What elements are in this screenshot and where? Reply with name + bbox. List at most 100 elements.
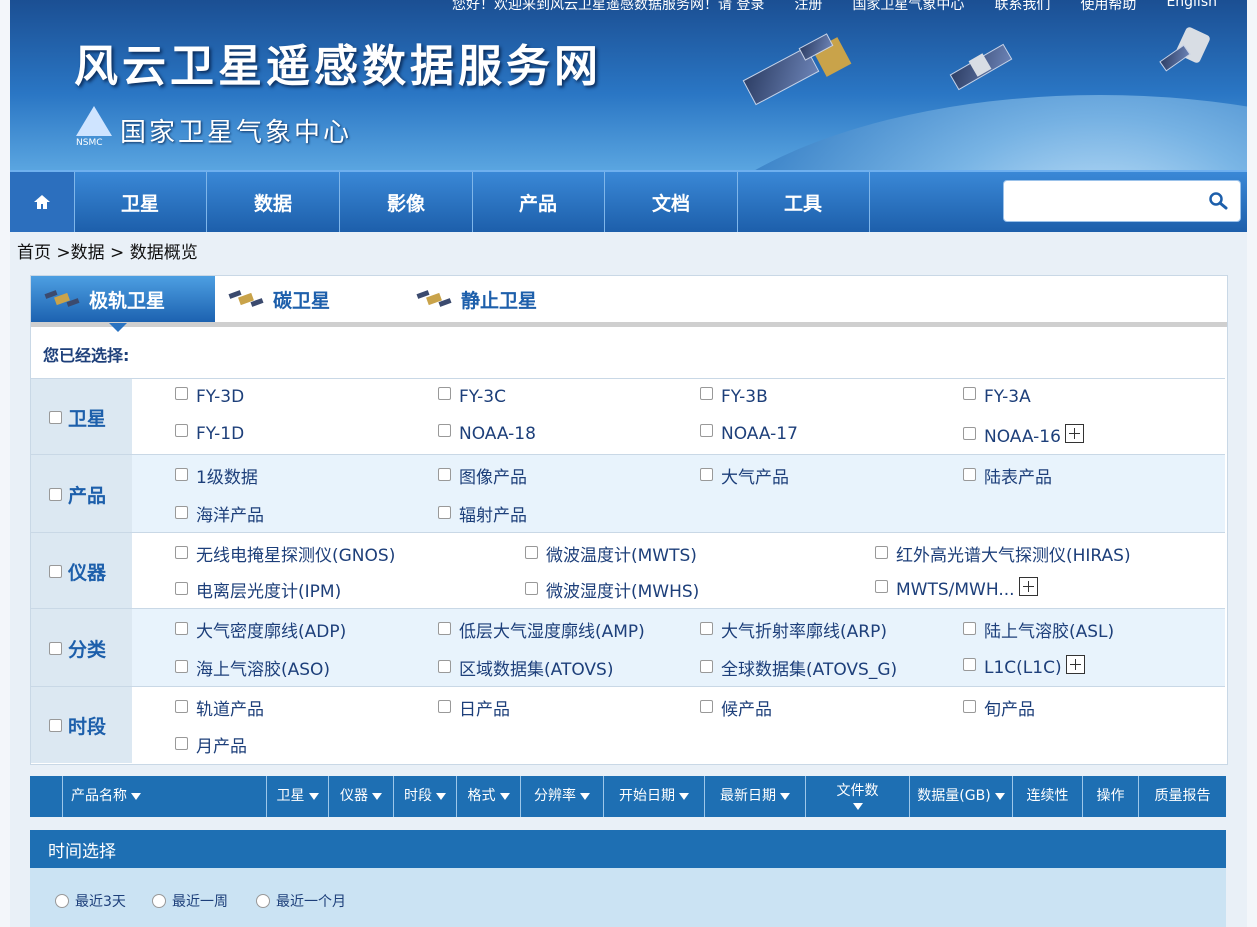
sort-down-icon bbox=[994, 793, 1005, 800]
option-atovs[interactable]: 区域数据集(ATOVS) bbox=[438, 655, 613, 680]
option-atmosphere-product[interactable]: 大气产品 bbox=[700, 463, 789, 488]
expand-icon[interactable] bbox=[1018, 577, 1038, 596]
option-image-product[interactable]: 图像产品 bbox=[438, 463, 527, 488]
col-latest-date[interactable]: 最新日期 bbox=[705, 776, 806, 817]
option-noaa-16[interactable]: NOAA-16 bbox=[963, 424, 1084, 447]
col-format[interactable]: 格式 bbox=[457, 776, 521, 817]
checkbox[interactable] bbox=[49, 718, 62, 732]
option-daily-product[interactable]: 日产品 bbox=[438, 695, 510, 720]
option-fy-3a[interactable]: FY-3A bbox=[963, 387, 1031, 407]
col-product-name[interactable]: 产品名称 bbox=[63, 776, 267, 817]
filter-label[interactable]: 卫星 bbox=[31, 379, 132, 455]
time-select-title: 时间选择 bbox=[30, 830, 1226, 868]
welcome-login-link[interactable]: 您好！欢迎来到风云卫星遥感数据服务网！请 登录 bbox=[452, 0, 764, 14]
english-link[interactable]: English bbox=[1166, 0, 1217, 14]
checkbox[interactable] bbox=[49, 487, 62, 501]
main-nav: 卫星 数据 影像 产品 文档 工具 bbox=[10, 170, 1247, 232]
option-radiation-product[interactable]: 辐射产品 bbox=[438, 501, 527, 526]
filter-label[interactable]: 仪器 bbox=[31, 533, 132, 609]
tab-geostationary[interactable]: 静止卫星 bbox=[403, 276, 537, 322]
col-period[interactable]: 时段 bbox=[394, 776, 457, 817]
option-arp[interactable]: 大气折射率廓线(ARP) bbox=[700, 617, 887, 642]
help-link[interactable]: 使用帮助 bbox=[1080, 0, 1136, 14]
option-l1c[interactable]: L1C(L1C) bbox=[963, 655, 1085, 678]
contact-link[interactable]: 联系我们 bbox=[994, 0, 1050, 14]
tab-polar-orbit[interactable]: 极轨卫星 bbox=[31, 276, 215, 332]
expand-icon[interactable] bbox=[1065, 655, 1085, 674]
option-land-product[interactable]: 陆表产品 bbox=[963, 463, 1052, 488]
nav-documents[interactable]: 文档 bbox=[605, 172, 738, 232]
sort-down-icon bbox=[436, 793, 446, 800]
option-aso[interactable]: 海上气溶胶(ASO) bbox=[175, 655, 330, 680]
radio-last-month[interactable]: 最近一个月 bbox=[256, 891, 346, 911]
checkbox[interactable] bbox=[49, 564, 62, 578]
filter-label[interactable]: 产品 bbox=[31, 455, 132, 533]
tab-label: 静止卫星 bbox=[461, 289, 538, 312]
radio-last-week[interactable]: 最近一周 bbox=[152, 891, 228, 911]
option-fy-3d[interactable]: FY-3D bbox=[175, 387, 244, 407]
breadcrumb: 首页 >数据 > 数据概览 bbox=[17, 243, 198, 263]
option-amp[interactable]: 低层大气湿度廓线(AMP) bbox=[438, 617, 645, 642]
filter-row-category: 分类 大气密度廓线(ADP) 低层大气湿度廓线(AMP) 大气折射率廓线(ARP… bbox=[31, 608, 1225, 687]
nsmc-link[interactable]: 国家卫星气象中心 bbox=[852, 0, 964, 14]
option-mwts-mwhs[interactable]: MWTS/MWH... bbox=[875, 577, 1038, 600]
satellite-tabs: 极轨卫星 碳卫星 静止卫星 bbox=[31, 276, 1227, 332]
col-file-count[interactable]: 文件数 bbox=[806, 776, 910, 817]
option-l1-data[interactable]: 1级数据 bbox=[175, 463, 258, 488]
home-button[interactable] bbox=[10, 172, 75, 232]
sort-down-icon bbox=[131, 793, 141, 800]
nsmc-logo: NSMC bbox=[76, 106, 112, 148]
option-atovs-g[interactable]: 全球数据集(ATOVS_G) bbox=[700, 655, 897, 680]
register-link[interactable]: 注册 bbox=[794, 0, 822, 14]
sort-down-icon bbox=[780, 793, 790, 800]
option-orbit-product[interactable]: 轨道产品 bbox=[175, 695, 264, 720]
option-gnos[interactable]: 无线电掩星探测仪(GNOS) bbox=[175, 541, 395, 566]
filter-row-satellite: 卫星 FY-3D FY-3C FY-3B FY-3A FY-1D NOAA-18… bbox=[31, 378, 1225, 455]
nav-products[interactable]: 产品 bbox=[472, 172, 605, 232]
nav-satellite[interactable]: 卫星 bbox=[74, 172, 207, 232]
col-continuity: 连续性 bbox=[1013, 776, 1083, 817]
col-resolution[interactable]: 分辨率 bbox=[521, 776, 604, 817]
option-noaa-18[interactable]: NOAA-18 bbox=[438, 424, 536, 444]
option-hiras[interactable]: 红外高光谱大气探测仪(HIRAS) bbox=[875, 541, 1131, 566]
nav-data[interactable]: 数据 bbox=[207, 172, 340, 232]
expand-icon[interactable] bbox=[1064, 424, 1084, 443]
select-col-header bbox=[30, 776, 63, 817]
option-adp[interactable]: 大气密度廓线(ADP) bbox=[175, 617, 346, 642]
col-instrument[interactable]: 仪器 bbox=[329, 776, 394, 817]
filter-label[interactable]: 分类 bbox=[31, 609, 132, 687]
option-ipm[interactable]: 电离层光度计(IPM) bbox=[175, 577, 341, 602]
option-mwhs[interactable]: 微波湿度计(MWHS) bbox=[525, 577, 699, 602]
checkbox[interactable] bbox=[49, 641, 62, 655]
col-data-volume[interactable]: 数据量(GB) bbox=[910, 776, 1013, 817]
tab-carbon[interactable]: 碳卫星 bbox=[215, 276, 330, 322]
tab-label: 碳卫星 bbox=[273, 289, 331, 312]
home-icon bbox=[34, 195, 50, 209]
option-fy-3b[interactable]: FY-3B bbox=[700, 387, 768, 407]
nav-imagery[interactable]: 影像 bbox=[340, 172, 473, 232]
col-start-date[interactable]: 开始日期 bbox=[604, 776, 705, 817]
option-mwts[interactable]: 微波温度计(MWTS) bbox=[525, 541, 697, 566]
sort-down-icon bbox=[499, 793, 510, 800]
org-name: 国家卫星气象中心 bbox=[120, 118, 353, 148]
option-fy-3c[interactable]: FY-3C bbox=[438, 387, 506, 407]
search-input[interactable] bbox=[1012, 181, 1196, 219]
sort-down-icon bbox=[679, 793, 689, 800]
top-links: 您好！欢迎来到风云卫星遥感数据服务网！请 登录 注册 国家卫星气象中心 联系我们… bbox=[452, 0, 1217, 14]
option-asl[interactable]: 陆上气溶胶(ASL) bbox=[963, 617, 1114, 642]
option-dekad-product[interactable]: 旬产品 bbox=[963, 695, 1035, 720]
satellite-icon bbox=[228, 290, 265, 308]
col-satellite[interactable]: 卫星 bbox=[267, 776, 329, 817]
option-fy-1d[interactable]: FY-1D bbox=[175, 424, 244, 444]
option-noaa-17[interactable]: NOAA-17 bbox=[700, 424, 798, 444]
checkbox[interactable] bbox=[49, 410, 62, 424]
option-monthly-product[interactable]: 月产品 bbox=[175, 732, 247, 757]
option-ocean-product[interactable]: 海洋产品 bbox=[175, 501, 264, 526]
radio-last-3-days[interactable]: 最近3天 bbox=[55, 891, 126, 911]
sort-down-icon bbox=[308, 793, 319, 800]
filter-row-instrument: 仪器 无线电掩星探测仪(GNOS) 微波温度计(MWTS) 红外高光谱大气探测仪… bbox=[31, 532, 1225, 609]
filter-label[interactable]: 时段 bbox=[31, 687, 132, 763]
search-icon[interactable] bbox=[1208, 191, 1228, 211]
nav-tools[interactable]: 工具 bbox=[737, 172, 870, 232]
option-pentad-product[interactable]: 候产品 bbox=[700, 695, 772, 720]
